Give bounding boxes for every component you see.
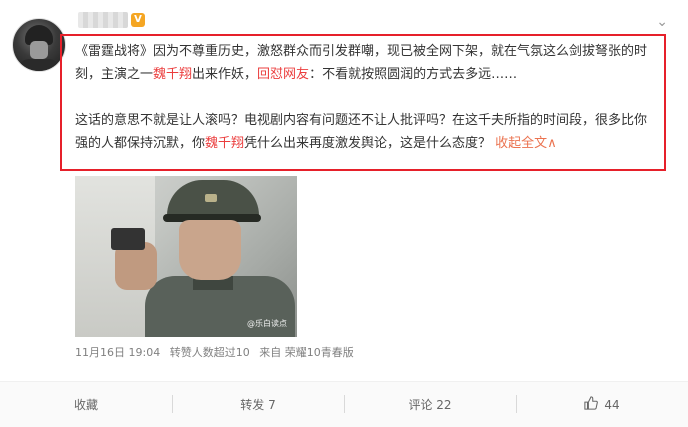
avatar-body	[19, 59, 59, 71]
thumb-up-icon	[584, 395, 599, 414]
username-blurred[interactable]	[78, 12, 128, 28]
chevron-up-icon: ∧	[547, 136, 557, 151]
image-pistol	[111, 228, 145, 250]
image-watermark: @乐白读点	[247, 319, 287, 328]
post-text-run: 出来作妖，	[192, 67, 258, 82]
post-text-run: ：不看就按照圆润的方式去多远……	[309, 67, 518, 82]
post-text: 《雷霆战将》因为不尊重历史，激怒群众而引发群嘲，现已被全网下架，就在气氛这么剑拔…	[75, 40, 655, 155]
post-meta: 11月16日 19:04 转赞人数超过10 来自 荣耀10青春版	[75, 344, 360, 360]
comment-label: 评论 22	[408, 398, 452, 412]
collapse-label: 收起全文	[491, 136, 548, 151]
favorite-button[interactable]: 收藏	[0, 382, 172, 427]
action-bar: 收藏 转发 7 评论 22 44	[0, 381, 688, 427]
repost-label: 转发 7	[240, 398, 276, 412]
post-likes-note: 转赞人数超过10	[169, 346, 250, 359]
highlighted-text[interactable]: 魏千翔	[205, 136, 244, 151]
repost-button[interactable]: 转发 7	[172, 382, 344, 427]
post-image[interactable]: @乐白读点	[75, 176, 297, 337]
like-button[interactable]: 44	[516, 382, 688, 427]
chevron-down-icon[interactable]: ⌄	[656, 14, 668, 30]
user-avatar[interactable]	[12, 18, 66, 72]
image-head	[179, 220, 241, 280]
post-paragraph-1: 《雷霆战将》因为不尊重历史，激怒群众而引发群嘲，现已被全网下架，就在气氛这么剑拔…	[75, 40, 655, 86]
avatar-face	[30, 41, 48, 59]
comment-button[interactable]: 评论 22	[344, 382, 516, 427]
image-cap-badge	[205, 194, 217, 202]
vip-badge: V	[131, 13, 145, 27]
favorite-label: 收藏	[73, 398, 98, 412]
highlighted-text[interactable]: 回怼网友	[257, 67, 309, 82]
post-text-run: 凭什么出来再度激发舆论，这是什么态度？	[244, 136, 492, 151]
post-source: 来自 荣耀10青春版	[259, 346, 354, 359]
collapse-full-text-link[interactable]: 收起全文∧	[491, 136, 557, 151]
highlighted-text[interactable]: 魏千翔	[153, 67, 192, 82]
post-paragraph-2: 这话的意思不就是让人滚吗？电视剧内容有问题还不让人批评吗？在这千夫所指的时间段，…	[75, 109, 655, 155]
like-count: 44	[604, 397, 620, 412]
post-time[interactable]: 11月16日 19:04	[75, 346, 160, 359]
